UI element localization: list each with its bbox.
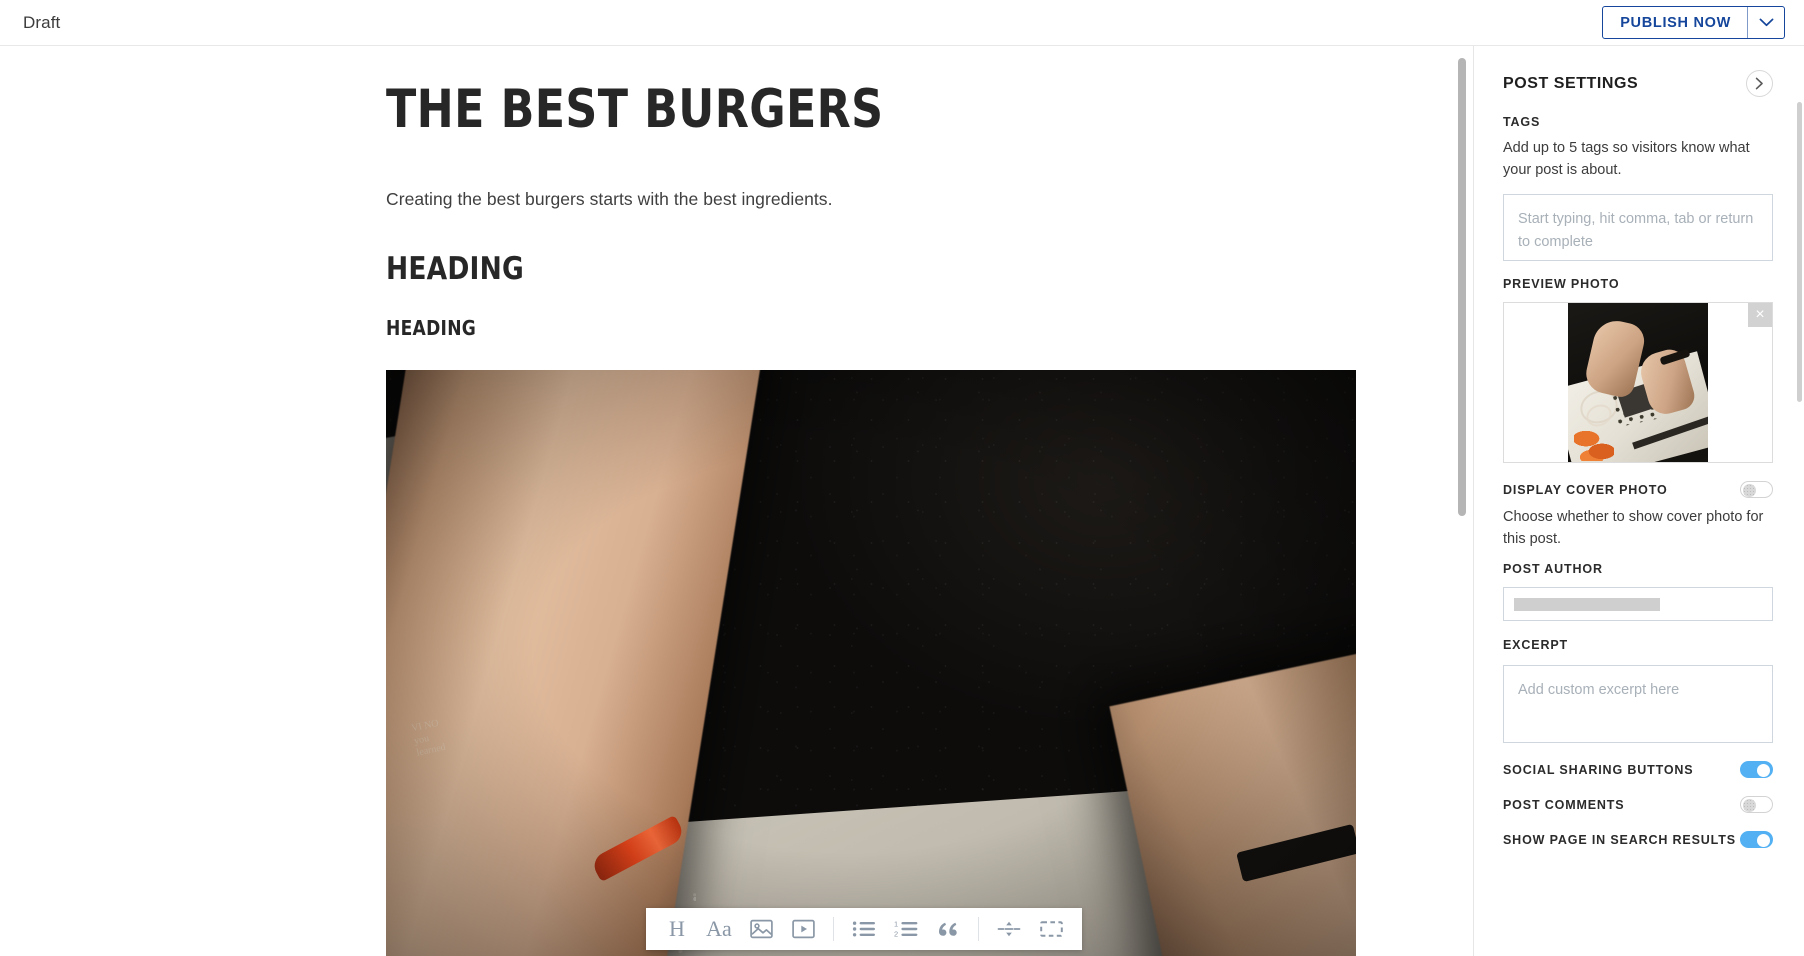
bullet-list-icon [852, 921, 875, 937]
editor-scrollbar-thumb[interactable] [1458, 58, 1466, 516]
top-bar-actions: PUBLISH NOW [1602, 6, 1785, 39]
tags-help-text: Add up to 5 tags so visitors know what y… [1503, 140, 1750, 179]
post-author-section: POST AUTHOR [1503, 562, 1773, 622]
close-icon: × [1755, 306, 1765, 324]
preview-carrots [1574, 429, 1614, 462]
video-icon [791, 919, 815, 939]
post-author-label: POST AUTHOR [1503, 562, 1603, 577]
blog-post-editor-screen: Draft PUBLISH NOW THE BEST BURGERS Creat… [0, 0, 1804, 956]
heading-format-button[interactable]: H [656, 908, 698, 950]
sidebar-bottom-spacer [1503, 848, 1773, 862]
chevron-right-icon [1755, 77, 1763, 90]
tags-label: TAGS [1503, 115, 1541, 129]
top-bar: Draft PUBLISH NOW [0, 0, 1804, 46]
publish-options-dropdown[interactable] [1748, 7, 1784, 38]
sidebar-scrollbar-thumb[interactable] [1797, 102, 1802, 402]
tags-input[interactable] [1503, 194, 1773, 262]
collapse-sidebar-button[interactable] [1746, 70, 1773, 97]
post-settings-title: POST SETTINGS [1503, 74, 1639, 92]
block-format-toolbar[interactable]: H Aa 1 2 [646, 908, 1082, 950]
image-icon [749, 919, 773, 939]
toolbar-divider-1 [833, 917, 834, 941]
insert-image-button[interactable] [740, 908, 782, 950]
display-cover-photo-label: DISPLAY COVER PHOTO [1503, 482, 1668, 497]
code-block-button[interactable] [1030, 908, 1072, 950]
preview-photo-thumbnail [1568, 303, 1708, 463]
insert-video-button[interactable] [782, 908, 824, 950]
horizontal-rule-button[interactable] [988, 908, 1030, 950]
quote-icon [939, 922, 957, 936]
publish-now-button[interactable]: PUBLISH NOW [1602, 6, 1785, 39]
publish-now-label: PUBLISH NOW [1620, 14, 1731, 31]
display-cover-photo-help: Choose whether to show cover photo for t… [1503, 509, 1764, 548]
post-status-label: Draft [23, 12, 61, 32]
post-comments-row: POST COMMENTS [1503, 796, 1773, 814]
svg-text:2: 2 [894, 929, 898, 938]
search-results-label: SHOW PAGE IN SEARCH RESULTS [1503, 832, 1736, 847]
excerpt-label: EXCERPT [1503, 638, 1568, 653]
post-settings-header: POST SETTINGS [1503, 70, 1773, 97]
toggle-knob [1743, 483, 1756, 497]
toolbar-divider-2 [978, 917, 979, 941]
svg-text:1: 1 [894, 920, 898, 928]
text-icon: Aa [706, 916, 732, 941]
sidebar-scrollbar-track[interactable] [1796, 46, 1803, 956]
excerpt-input[interactable] [1503, 665, 1773, 744]
post-comments-label: POST COMMENTS [1503, 797, 1625, 812]
editor-scrollbar-track[interactable] [1455, 46, 1469, 956]
text-format-button[interactable]: Aa [698, 908, 740, 950]
post-body-image[interactable]: VI NOyoulearned [386, 369, 1356, 956]
post-comments-toggle[interactable] [1740, 796, 1773, 814]
publish-button-divider [1747, 7, 1748, 38]
post-settings-content: POST SETTINGS TAGS Add up to 5 tags so v… [1474, 70, 1804, 862]
toggle-knob [1757, 833, 1770, 847]
preview-photo-box[interactable]: × [1503, 302, 1773, 464]
preview-photo-section: PREVIEW PHOTO × [1503, 277, 1773, 464]
post-author-input[interactable] [1503, 587, 1773, 622]
code-block-icon [1039, 921, 1063, 937]
social-sharing-toggle[interactable] [1740, 761, 1773, 779]
display-cover-photo-row: DISPLAY COVER PHOTO [1503, 481, 1773, 499]
quote-button[interactable] [927, 908, 969, 950]
bulleted-list-button[interactable] [843, 908, 885, 950]
remove-preview-photo-button[interactable]: × [1748, 303, 1772, 328]
toggle-knob [1757, 763, 1770, 777]
post-document: THE BEST BURGERS Creating the best burge… [386, 46, 1356, 956]
heading-icon: H [669, 916, 685, 941]
horizontal-rule-icon [997, 921, 1021, 937]
post-author-redacted-value [1514, 597, 1660, 611]
numbered-list-button[interactable]: 1 2 [885, 908, 927, 950]
post-title[interactable]: THE BEST BURGERS [386, 82, 1288, 138]
tags-section: TAGS Add up to 5 tags so visitors know w… [1503, 115, 1773, 262]
display-cover-photo-toggle[interactable] [1740, 481, 1773, 499]
post-lede-paragraph[interactable]: Creating the best burgers starts with th… [386, 186, 1356, 213]
preview-photo-label: PREVIEW PHOTO [1503, 277, 1620, 292]
editor-canvas[interactable]: THE BEST BURGERS Creating the best burge… [0, 46, 1473, 956]
social-sharing-row: SOCIAL SHARING BUTTONS [1503, 761, 1773, 779]
social-sharing-label: SOCIAL SHARING BUTTONS [1503, 762, 1694, 777]
numbered-list-icon: 1 2 [894, 920, 917, 938]
toggle-knob [1743, 798, 1756, 812]
chevron-down-icon [1759, 18, 1773, 27]
search-results-row: SHOW PAGE IN SEARCH RESULTS [1503, 831, 1773, 849]
post-settings-sidebar: POST SETTINGS TAGS Add up to 5 tags so v… [1473, 46, 1804, 956]
image-vignette [386, 369, 1356, 956]
search-results-toggle[interactable] [1740, 831, 1773, 849]
excerpt-section: EXCERPT [1503, 638, 1773, 744]
post-heading-level-2[interactable]: HEADING [386, 251, 1308, 287]
post-heading-level-3[interactable]: HEADING [386, 316, 1308, 340]
